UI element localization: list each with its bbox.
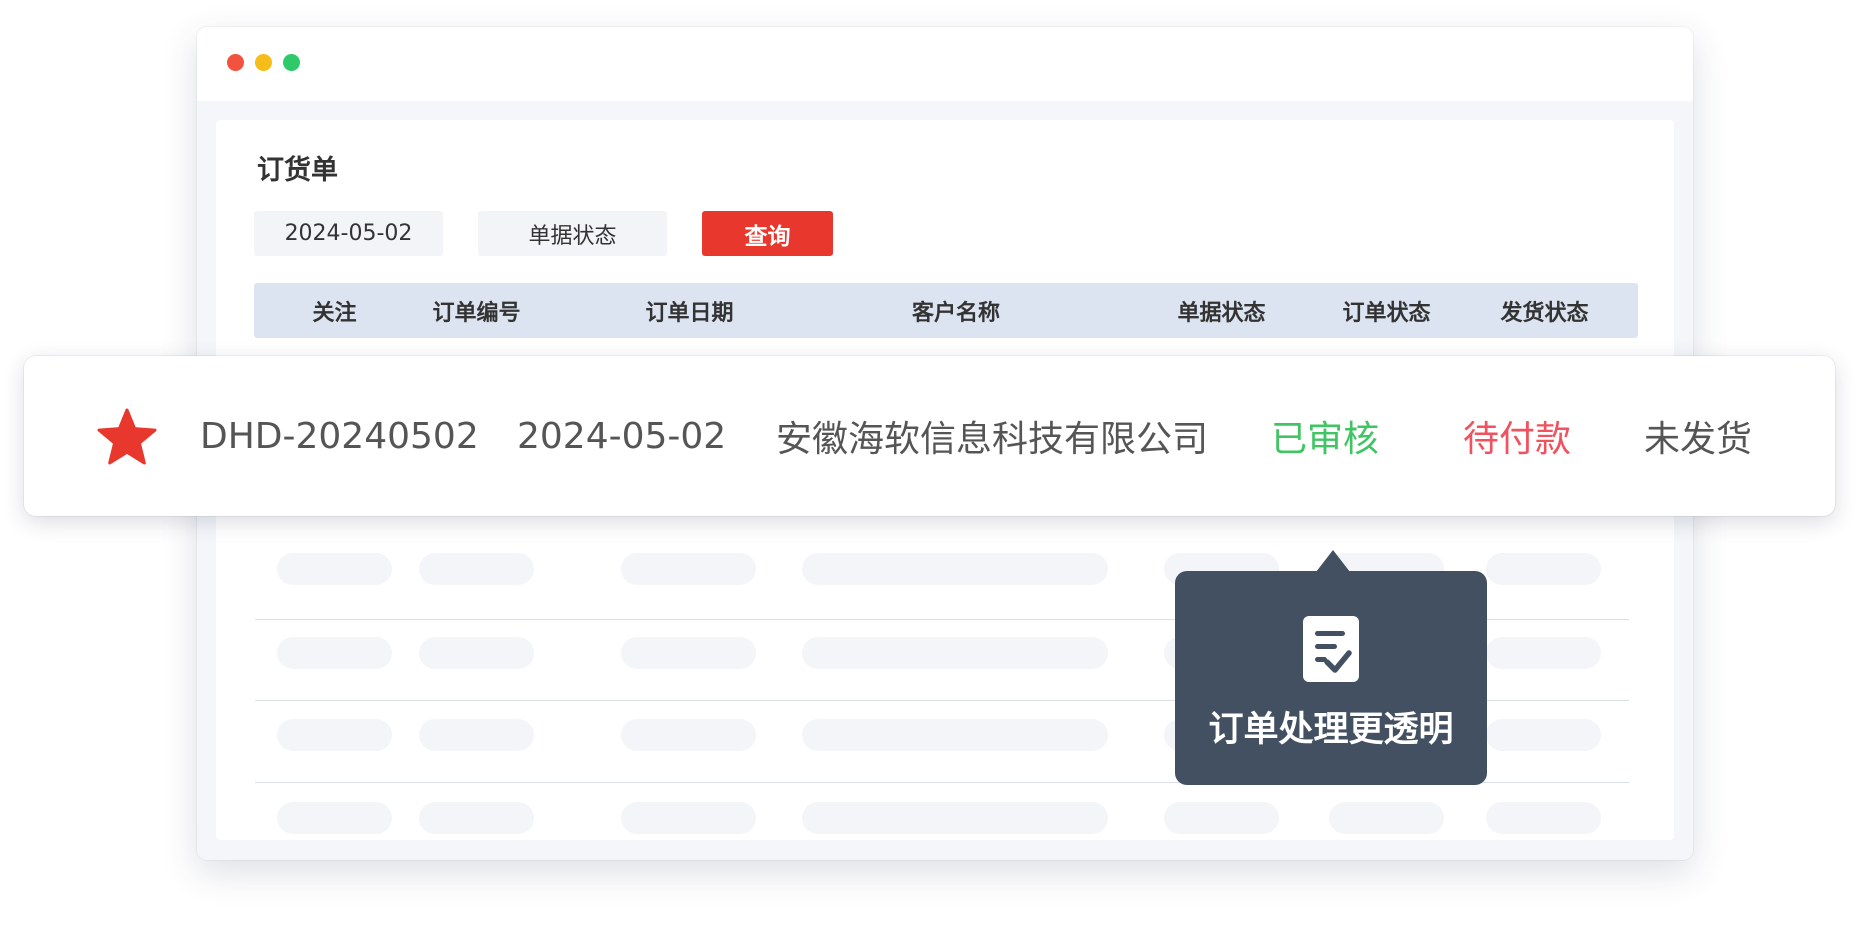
checklist-icon (1303, 616, 1359, 682)
doc-status-value: 已审核 (1271, 419, 1380, 460)
table-header: 关注 订单编号 订单日期 客户名称 单据状态 订单状态 发货状态 (254, 283, 1638, 338)
page-title: 订货单 (257, 155, 338, 186)
order-date: 2024-05-02 (517, 415, 727, 457)
customer-name: 安徽海软信息科技有限公司 (776, 419, 1209, 460)
query-button[interactable]: 查询 (702, 211, 833, 256)
date-filter-input[interactable]: 2024-05-02 (254, 211, 443, 256)
column-header-shipping-status[interactable]: 发货状态 (1487, 283, 1602, 338)
tooltip-text: 订单处理更透明 (1208, 710, 1454, 750)
minimize-window-button[interactable] (255, 54, 272, 71)
star-icon[interactable] (97, 408, 157, 466)
close-window-button[interactable] (227, 54, 244, 71)
column-header-doc-status[interactable]: 单据状态 (1164, 283, 1279, 338)
doc-status-filter[interactable]: 单据状态 (478, 211, 667, 256)
tooltip-arrow (1316, 550, 1350, 572)
column-header-order-no[interactable]: 订单编号 (419, 283, 534, 338)
column-header-order-status[interactable]: 订单状态 (1329, 283, 1444, 338)
column-header-customer[interactable]: 客户名称 (803, 283, 1109, 338)
tooltip: 订单处理更透明 (1175, 571, 1487, 785)
order-number[interactable]: DHD-20240502 (200, 356, 479, 516)
title-bar (197, 27, 1693, 101)
shipping-status-value: 未发货 (1644, 419, 1753, 460)
placeholder-row (216, 802, 1674, 834)
column-header-order-date[interactable]: 订单日期 (622, 283, 757, 338)
maximize-window-button[interactable] (283, 54, 300, 71)
order-status-value: 待付款 (1463, 419, 1572, 460)
highlighted-order-row[interactable]: DHD-20240502 2024-05-02 安徽海软信息科技有限公司 已审核… (24, 356, 1835, 516)
column-header-favorite[interactable]: 关注 (277, 283, 392, 338)
